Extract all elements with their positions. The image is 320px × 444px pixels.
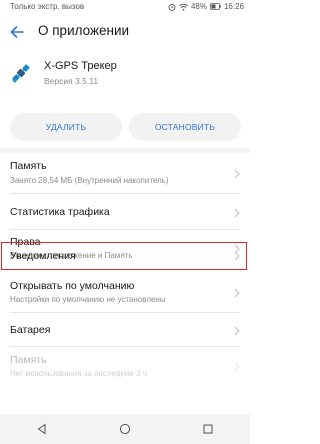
chevron-right-icon [234, 169, 240, 179]
row-divider [10, 193, 240, 194]
nav-recents-button[interactable] [188, 414, 228, 444]
chevron-right-icon [234, 208, 240, 218]
status-bar: Только экстр. вызов 48% 16:26 [0, 0, 250, 14]
alarm-icon [168, 3, 176, 11]
wifi-icon [179, 3, 188, 11]
navigation-bar [0, 414, 250, 444]
settings-row-traffic[interactable]: Статистика трафика [0, 198, 250, 226]
row-divider [10, 229, 240, 230]
battery-icon [210, 3, 221, 10]
home-circle-icon [119, 423, 131, 435]
satellite-icon [10, 62, 32, 84]
nav-home-button[interactable] [105, 414, 145, 444]
delete-button[interactable]: УДАЛИТЬ [10, 113, 122, 141]
chevron-right-icon [234, 326, 240, 336]
nav-back-button[interactable] [22, 414, 62, 444]
settings-row-storage[interactable]: Память Занято 28,54 МБ (Внутренний накоп… [0, 156, 250, 190]
back-triangle-icon [37, 423, 46, 435]
app-bar: О приложении [0, 18, 250, 46]
chevron-right-icon [234, 288, 240, 298]
app-info: X-GPS Трекер Версия 3.5.11 [0, 56, 250, 100]
row-title: Открывать по умолчанию [10, 280, 135, 292]
row-subtitle: Занято 28,54 МБ (Внутренний накопитель) [10, 176, 169, 185]
section-divider [0, 148, 250, 153]
highlight-frame [1, 242, 247, 270]
battery-percent: 48% [190, 2, 207, 11]
row-title: Память [10, 354, 47, 366]
app-name: X-GPS Трекер [44, 60, 117, 72]
settings-row-defaults[interactable]: Открывать по умолчанию Настройки по умол… [0, 276, 250, 310]
app-version: Версия 3.5.11 [44, 76, 99, 86]
row-subtitle: Нет использования за последние 3 ч [10, 369, 147, 378]
row-title: Память [10, 160, 47, 172]
settings-row-memory: Память Нет использования за последние 3 … [0, 350, 250, 384]
recents-square-icon [203, 424, 213, 434]
status-icons: 48% 16:26 [168, 2, 244, 11]
row-title: Статистика трафика [10, 206, 110, 218]
row-title: Батарея [10, 324, 51, 336]
stop-button[interactable]: ОСТАНОВИТЬ [129, 113, 241, 141]
clock: 16:26 [223, 2, 244, 11]
carrier-text: Только экстр. вызов [10, 2, 85, 11]
row-divider [10, 346, 240, 347]
back-arrow-icon[interactable] [10, 25, 24, 39]
row-divider [10, 312, 240, 313]
chevron-right-icon [234, 362, 240, 372]
row-subtitle: Настройки по умолчанию не установлены [10, 295, 166, 304]
page-title: О приложении [38, 23, 130, 38]
settings-row-battery[interactable]: Батарея [0, 318, 250, 344]
